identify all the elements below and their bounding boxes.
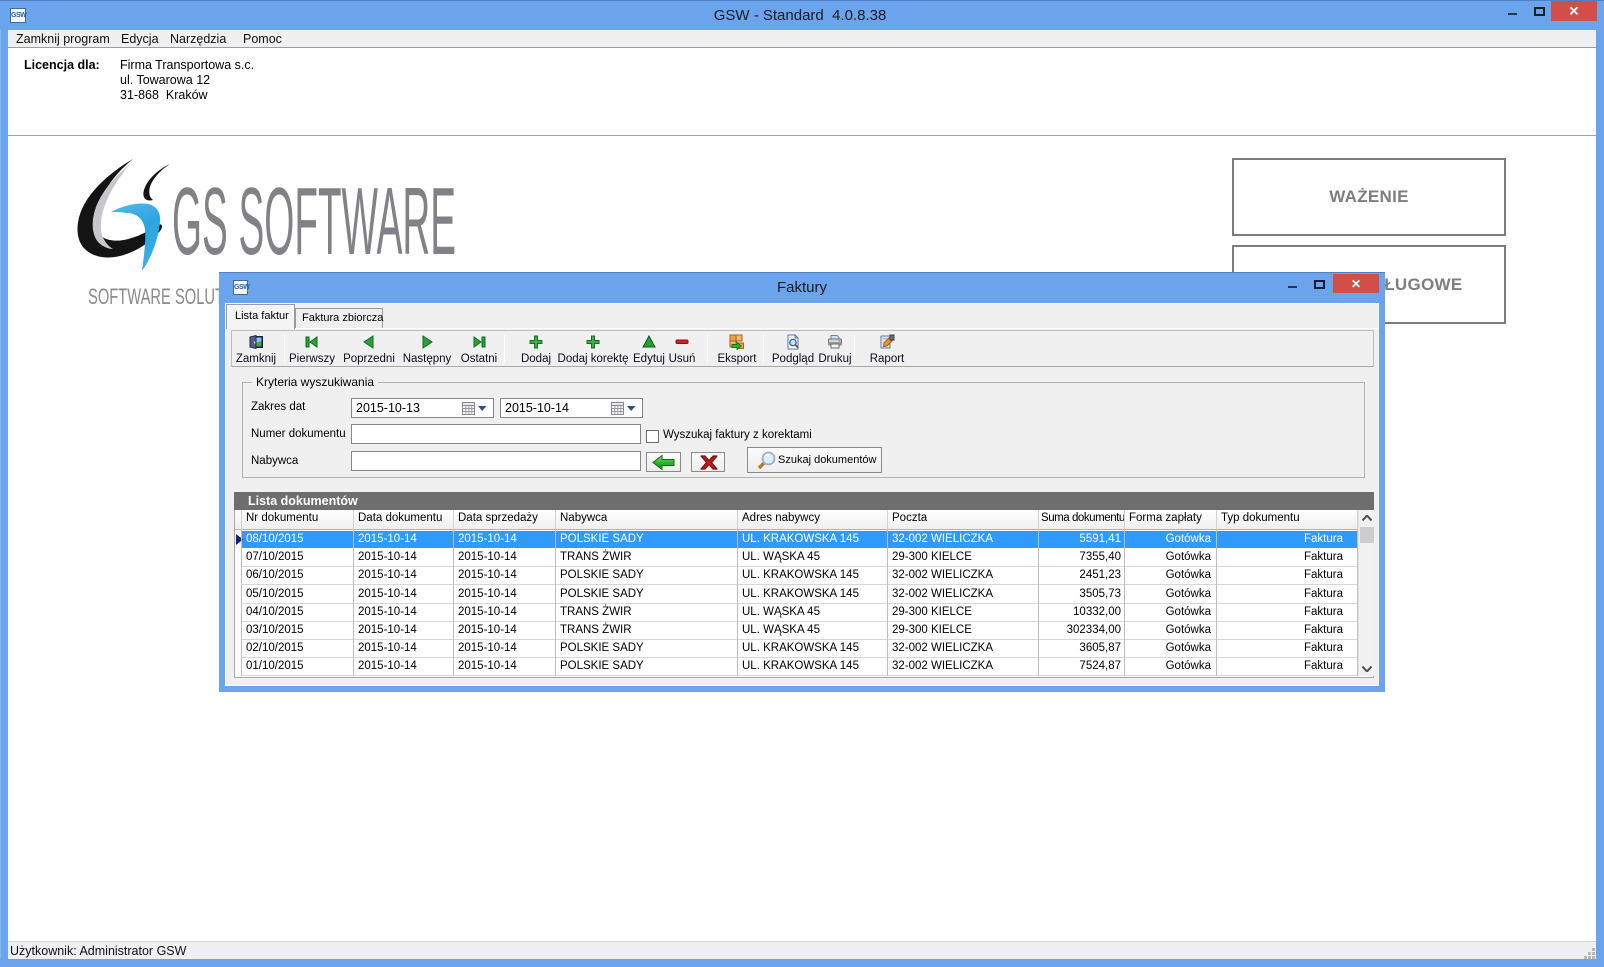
svg-text:GS SOFTWARE: GS SOFTWARE — [172, 182, 456, 260]
